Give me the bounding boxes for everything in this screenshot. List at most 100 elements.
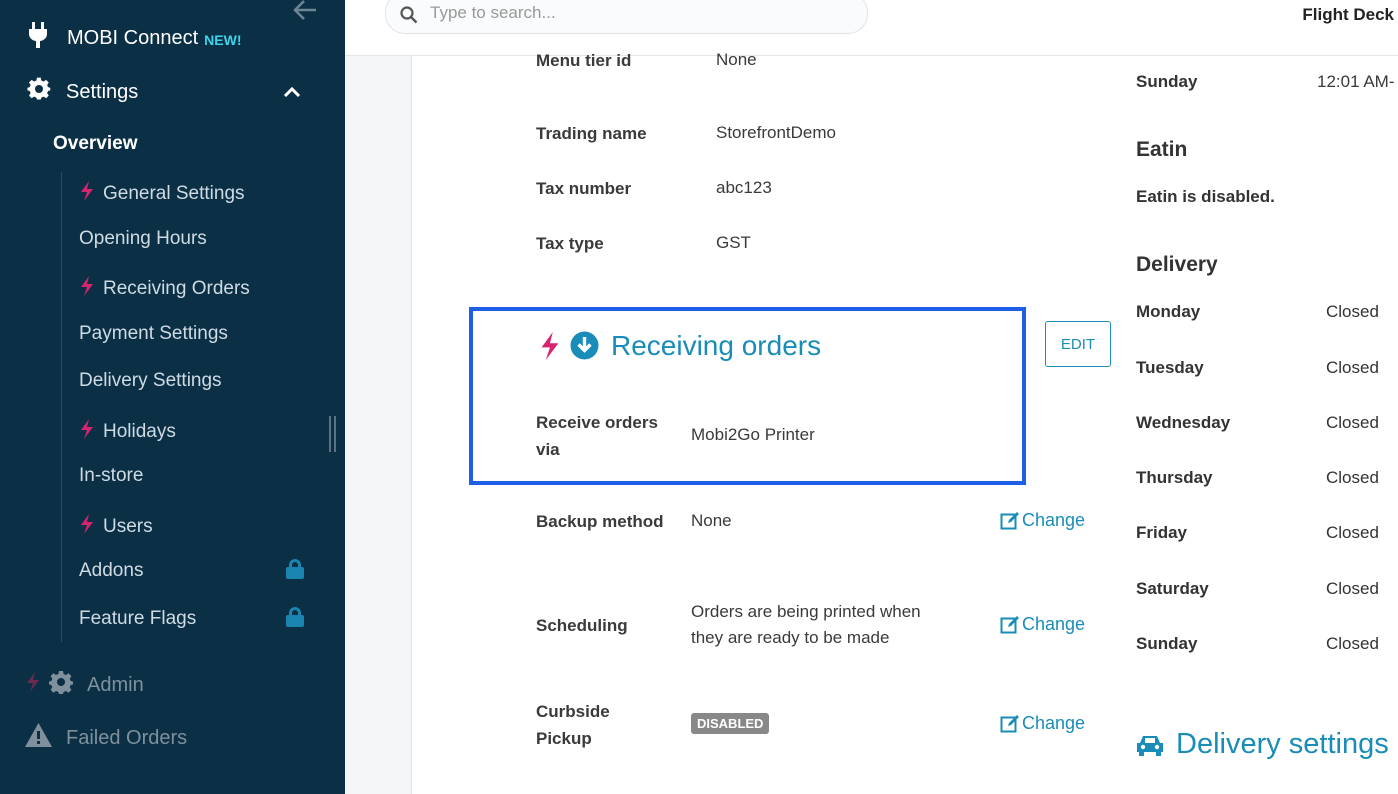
new-badge: NEW! [204, 32, 242, 48]
sidebar-item-label: Holidays [103, 420, 176, 442]
sidebar-item-label: Feature Flags [79, 608, 197, 629]
delivery-day-value: Closed [1326, 579, 1379, 598]
search-icon [400, 6, 418, 29]
curbside-label-line-2: Pickup [536, 729, 592, 748]
receive-via-label-line-2: via [536, 440, 560, 459]
sidebar-item-label: MOBI Connect [67, 26, 199, 49]
sidebar: MOBI Connect NEW! Settings Overview Gene… [0, 0, 345, 794]
sidebar-item-payment-settings[interactable]: Payment Settings [79, 323, 228, 345]
delivery-settings-title: Delivery settings [1176, 728, 1389, 760]
eatin-title: Eatin [1136, 138, 1188, 161]
tax-number-label: Tax number [536, 179, 632, 198]
scheduling-value-line-2: they are ready to be made [691, 628, 890, 647]
sidebar-item-feature-flags[interactable]: Feature Flags [79, 608, 196, 630]
sidebar-item-label: Delivery Settings [79, 370, 222, 391]
delivery-day-value: Closed [1326, 523, 1379, 542]
sidebar-item-label: In-store [79, 465, 144, 486]
gear-icon [27, 77, 51, 107]
status-badge: DISABLED [691, 713, 770, 734]
edit-icon [1000, 512, 1019, 530]
backup-method-value: None [691, 511, 732, 530]
sidebar-item-mobi-connect[interactable]: MOBI Connect NEW! [27, 22, 242, 54]
trading-name-value: StorefrontDemo [716, 123, 836, 142]
flash-icon [538, 332, 562, 365]
sidebar-item-label: Receiving Orders [103, 277, 250, 299]
delivery-title: Delivery [1136, 253, 1218, 276]
curbside-change-link[interactable]: Change [1000, 713, 1085, 734]
flash-icon [79, 419, 95, 444]
sidebar-item-holidays[interactable]: Holidays [79, 419, 176, 444]
gear-icon [49, 670, 73, 700]
flash-icon [79, 514, 95, 539]
change-label: Change [1022, 510, 1086, 530]
back-arrow-icon[interactable] [292, 0, 318, 27]
tax-type-value: GST [716, 233, 751, 252]
receive-via-value: Mobi2Go Printer [691, 425, 815, 444]
delivery-day-label: Monday [1136, 302, 1201, 321]
warning-icon [25, 723, 52, 753]
lock-icon [286, 559, 304, 579]
backup-change-link[interactable]: Change [1000, 510, 1085, 531]
delivery-day-label: Wednesday [1136, 413, 1231, 432]
sidebar-item-label: Users [103, 515, 153, 537]
sidebar-item-general-settings[interactable]: General Settings [79, 181, 245, 206]
trading-name-label: Trading name [536, 124, 647, 143]
sidebar-item-label: Admin [87, 673, 144, 696]
sidebar-item-admin[interactable]: Admin [25, 670, 144, 700]
sidebar-item-overview[interactable]: Overview [53, 133, 138, 155]
car-icon [1136, 733, 1164, 762]
scheduling-value-line-1: Orders are being printed when [691, 602, 921, 621]
delivery-day-value: Closed [1326, 468, 1379, 487]
delivery-day-value: Closed [1326, 413, 1379, 432]
store-name[interactable]: Flight Deck [1302, 5, 1394, 25]
sidebar-item-opening-hours[interactable]: Opening Hours [79, 228, 207, 250]
sidebar-item-label: Failed Orders [66, 726, 188, 749]
sidebar-item-addons[interactable]: Addons [79, 560, 143, 582]
delivery-day-value: Closed [1326, 358, 1379, 377]
edit-button[interactable]: EDIT [1045, 321, 1111, 367]
sidebar-item-label: Opening Hours [79, 228, 207, 249]
flash-icon [79, 181, 95, 206]
sidebar-item-label: Overview [53, 133, 138, 154]
edit-icon [1000, 616, 1019, 634]
plug-icon [27, 22, 49, 54]
eatin-status: Eatin is disabled. [1136, 187, 1275, 206]
submenu-line [61, 172, 62, 642]
sidebar-item-label: Payment Settings [79, 323, 228, 344]
chevron-up-icon[interactable] [283, 81, 301, 104]
sidebar-item-label: General Settings [103, 182, 245, 204]
edit-icon [1000, 715, 1019, 733]
search-input[interactable]: Type to search... [385, 0, 868, 34]
tax-type-label: Tax type [536, 234, 604, 253]
receiving-orders-title: Receiving orders [611, 330, 822, 361]
flash-icon [25, 672, 41, 698]
eatin-sunday-label: Sunday [1136, 72, 1198, 91]
delivery-day-label: Sunday [1136, 634, 1198, 653]
sidebar-item-delivery-settings[interactable]: Delivery Settings [79, 370, 222, 392]
menu-tier-value: None [716, 50, 757, 69]
sidebar-item-failed-orders[interactable]: Failed Orders [25, 723, 187, 753]
download-circle-icon [570, 331, 599, 365]
scheduling-change-link[interactable]: Change [1000, 614, 1085, 635]
top-bar: Type to search... Flight Deck [345, 0, 1398, 56]
delivery-day-value: Closed [1326, 634, 1379, 653]
resize-handle[interactable] [329, 416, 336, 452]
receive-via-label: Receive orders via [536, 409, 658, 463]
scheduling-value: Orders are being printed when they are r… [691, 599, 921, 651]
lock-icon [286, 607, 304, 627]
sidebar-item-in-store[interactable]: In-store [79, 465, 143, 487]
curbside-label-line-1: Curbside [536, 702, 610, 721]
sidebar-item-receiving-orders[interactable]: Receiving Orders [79, 276, 250, 301]
sidebar-item-settings[interactable]: Settings [27, 77, 307, 107]
delivery-day-value: Closed [1326, 302, 1379, 321]
scheduling-label: Scheduling [536, 616, 628, 635]
flash-icon [79, 276, 95, 301]
sidebar-item-label: Settings [66, 80, 139, 103]
sidebar-item-label: Addons [79, 560, 144, 581]
eatin-sunday-time: 12:01 AM- [1317, 72, 1395, 91]
delivery-day-label: Tuesday [1136, 358, 1204, 377]
sidebar-item-users[interactable]: Users [79, 514, 153, 539]
curbside-label: Curbside Pickup [536, 698, 610, 752]
delivery-day-label: Friday [1136, 523, 1188, 542]
menu-tier-label: Menu tier id [536, 51, 632, 70]
